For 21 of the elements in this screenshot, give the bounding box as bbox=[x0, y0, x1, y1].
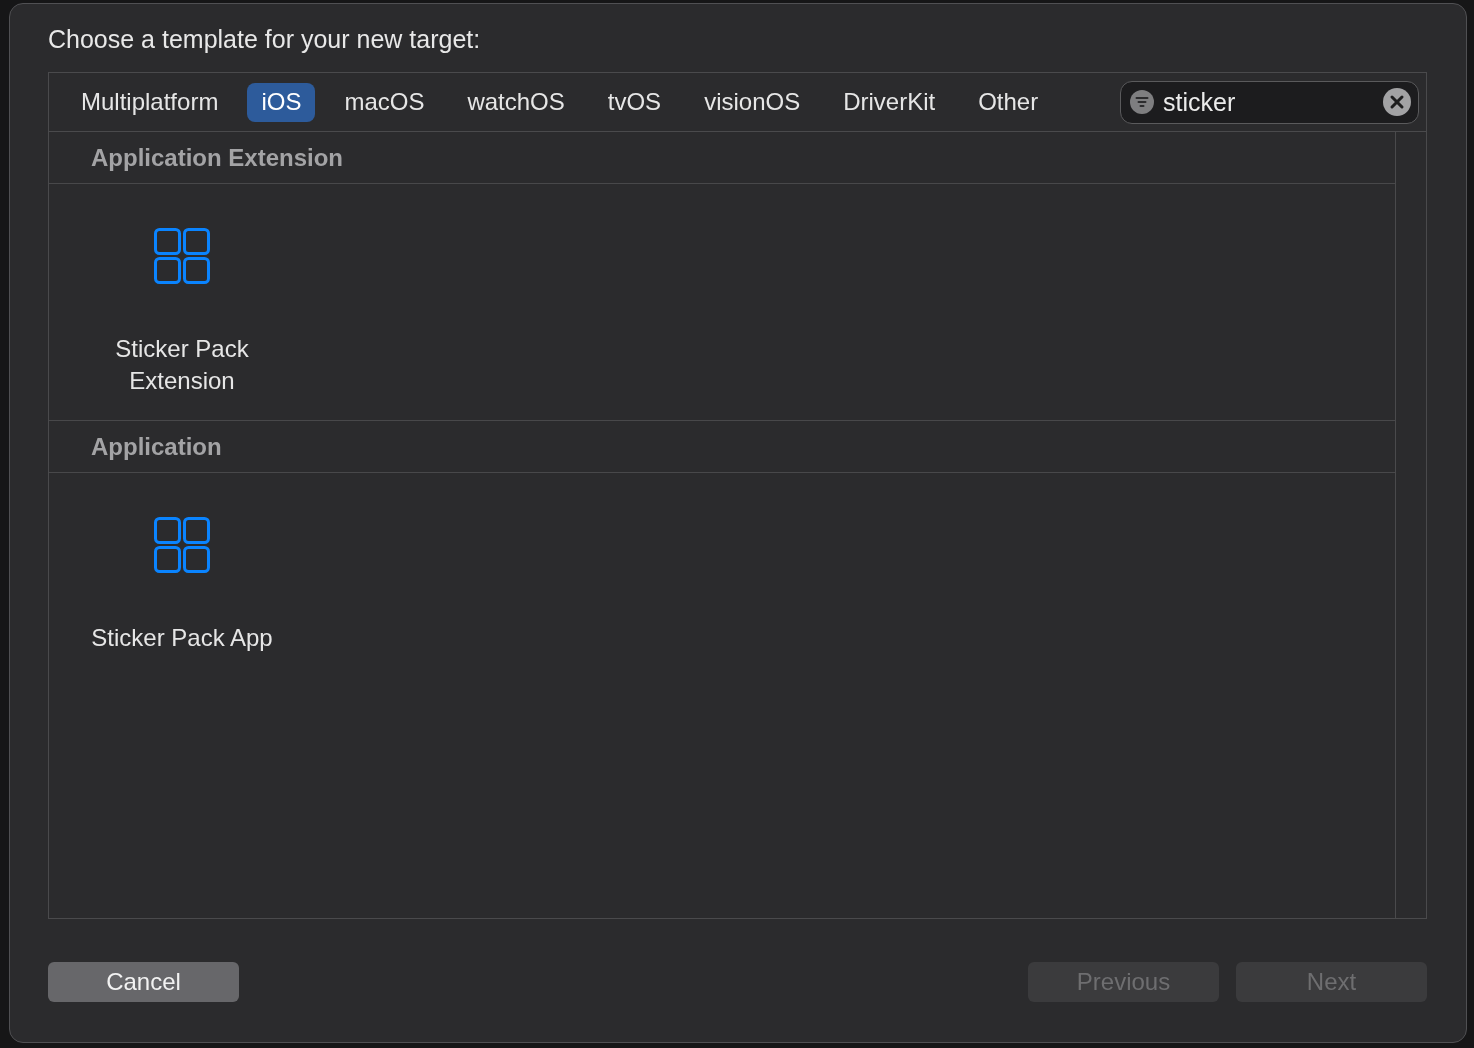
platform-tab[interactable]: visionOS bbox=[690, 82, 815, 122]
platform-tab[interactable]: tvOS bbox=[593, 82, 676, 122]
dialog-title: Choose a template for your new target: bbox=[48, 24, 482, 54]
section-header: Application bbox=[49, 421, 1395, 473]
template-item[interactable]: Sticker Pack App bbox=[72, 517, 292, 654]
platform-tab[interactable]: Other bbox=[964, 82, 1053, 122]
cancel-button[interactable]: Cancel bbox=[48, 962, 239, 1002]
platform-tab[interactable]: macOS bbox=[330, 82, 439, 122]
platform-tab[interactable]: DriverKit bbox=[829, 82, 950, 122]
filter-icon[interactable] bbox=[1130, 90, 1154, 114]
section-header: Application Extension bbox=[49, 132, 1395, 184]
platform-tab[interactable]: watchOS bbox=[453, 82, 579, 122]
search-input[interactable]: sticker bbox=[1163, 87, 1374, 117]
grid-icon bbox=[154, 517, 210, 573]
grid-icon bbox=[154, 228, 210, 284]
template-item[interactable]: Sticker Pack Extension bbox=[72, 228, 292, 397]
close-icon bbox=[1383, 88, 1411, 116]
clear-search-button[interactable] bbox=[1383, 88, 1411, 116]
platform-tab[interactable]: Multiplatform bbox=[67, 82, 233, 122]
platform-tab[interactable]: iOS bbox=[247, 82, 316, 122]
search-field[interactable]: sticker bbox=[1120, 80, 1419, 124]
